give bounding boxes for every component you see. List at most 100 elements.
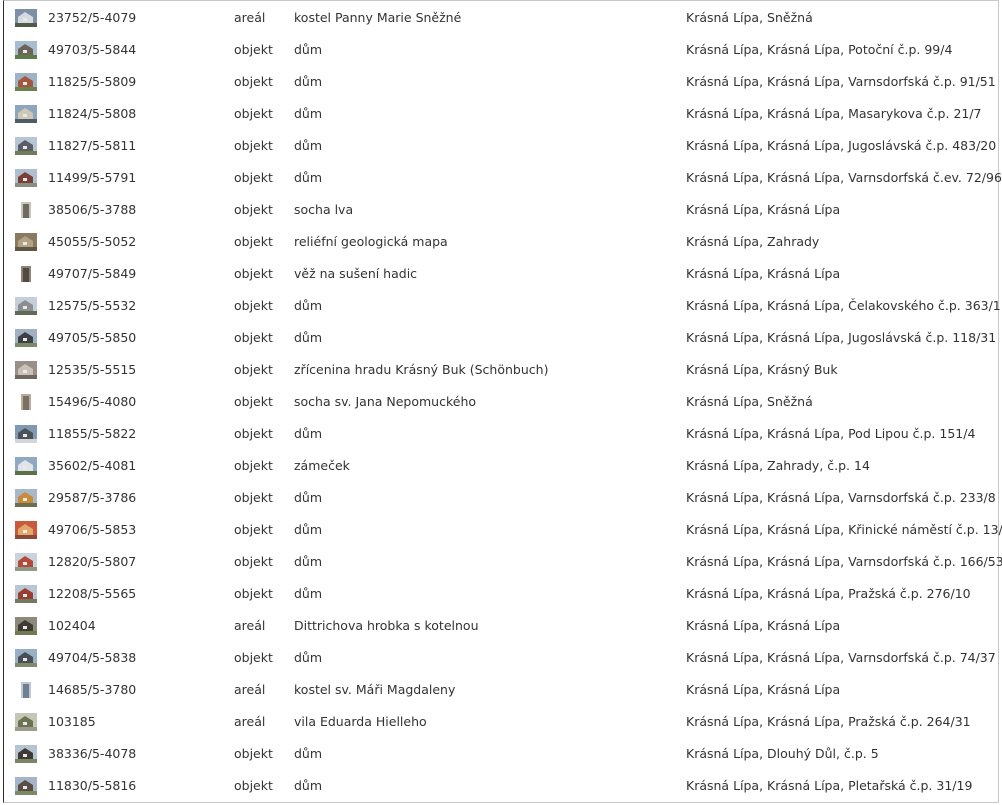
record-name[interactable]: dům [294,770,322,802]
record-id[interactable]: 49703/5-5844 [48,34,136,66]
statue-photo-icon[interactable] [15,393,37,411]
list-item[interactable]: 49703/5-5844 objekt dům Krásná Lípa, Krásná… [0,34,1000,66]
record-id[interactable]: 11855/5-5822 [48,418,136,450]
list-item[interactable]: 11855/5-5822 objekt dům Krásná Lípa, Krásná… [0,418,1000,450]
house-photo-icon[interactable] [15,297,37,315]
record-name[interactable]: dům [294,418,322,450]
record-name[interactable]: dům [294,482,322,514]
list-item[interactable]: 12575/5-5532 objekt dům Krásná Lípa, Krásná… [0,290,1002,322]
record-id[interactable]: 12535/5-5515 [48,354,136,386]
record-id[interactable]: 23752/5-4079 [48,2,136,34]
record-name[interactable]: dům [294,34,322,66]
list-item[interactable]: 11827/5-5811 objekt dům Krásná Lípa, Krásná… [0,130,1000,162]
list-item[interactable]: 45055/5-5052 objekt reliéfní geologická ma… [0,226,1000,258]
house-photo-icon[interactable] [15,553,37,571]
record-name[interactable]: dům [294,130,322,162]
record-name[interactable]: kostel sv. Máři Magdaleny [294,674,455,706]
tower-photo-icon[interactable] [15,265,37,283]
list-item[interactable]: 38506/5-3788 objekt socha lva Krásná Lípa, … [0,194,1000,226]
record-name[interactable]: reliéfní geologická mapa [294,226,448,258]
house-photo-icon[interactable] [15,585,37,603]
list-item[interactable]: 15496/5-4080 objekt socha sv. Jana Nepomuc… [0,386,1000,418]
house-photo-icon[interactable] [15,649,37,667]
record-id[interactable]: 38336/5-4078 [48,738,136,770]
record-id[interactable]: 11827/5-5811 [48,130,136,162]
record-name[interactable]: dům [294,578,322,610]
manor-photo-icon[interactable] [15,457,37,475]
record-name[interactable]: dům [294,738,322,770]
tomb-photo-icon[interactable] [15,617,37,635]
record-id[interactable]: 38506/5-3788 [48,194,136,226]
list-item[interactable]: 14685/5-3780 areál kostel sv. Máři Magdale… [0,674,1000,706]
house-photo-icon[interactable] [15,425,37,443]
record-id[interactable]: 49704/5-5838 [48,642,136,674]
villa-photo-icon[interactable] [15,713,37,731]
record-name[interactable]: dům [294,98,322,130]
record-name[interactable]: zámeček [294,450,350,482]
list-item[interactable]: 38336/5-4078 objekt dům Krásná Lípa, Dlouhý… [0,738,1000,770]
house-photo-icon[interactable] [15,489,37,507]
record-id[interactable]: 103185 [48,706,96,738]
record-name[interactable]: Dittrichova hrobka s kotelnou [294,610,479,642]
record-name[interactable]: dům [294,290,322,322]
record-name[interactable]: dům [294,546,322,578]
list-item[interactable]: 49707/5-5849 objekt věž na sušení hadic Krá… [0,258,1000,290]
list-item[interactable]: 11825/5-5809 objekt dům Krásná Lípa, Krásná… [0,66,1000,98]
list-item[interactable]: 23752/5-4079 areál kostel Panny Marie Sněž… [0,2,1000,34]
record-name[interactable]: vila Eduarda Hielleho [294,706,427,738]
record-name[interactable]: kostel Panny Marie Sněžné [294,2,461,34]
house-photo-icon[interactable] [15,777,37,795]
record-name[interactable]: dům [294,322,322,354]
record-id[interactable]: 49705/5-5850 [48,322,136,354]
record-id[interactable]: 102404 [48,610,96,642]
list-item[interactable]: 11824/5-5808 objekt dům Krásná Lípa, Krásná… [0,98,1000,130]
church-photo-icon[interactable] [15,9,37,27]
house-photo-icon[interactable] [15,329,37,347]
church-photo-icon[interactable] [15,681,37,699]
list-item[interactable]: 11499/5-5791 objekt dům Krásná Lípa, Krásná… [0,162,1002,194]
list-item[interactable]: 49705/5-5850 objekt dům Krásná Lípa, Krásná… [0,322,1000,354]
record-name[interactable]: zřícenina hradu Krásný Buk (Schönbuch) [294,354,548,386]
house-photo-icon[interactable] [15,169,37,187]
house-photo-icon[interactable] [15,745,37,763]
record-name[interactable]: věž na sušení hadic [294,258,417,290]
record-name[interactable]: dům [294,162,322,194]
list-item[interactable]: 11830/5-5816 objekt dům Krásná Lípa, Krásná… [0,770,1000,802]
list-item[interactable]: 103185 areál vila Eduarda Hielleho Krásná L… [0,706,1000,738]
record-id[interactable]: 12208/5-5565 [48,578,136,610]
house-photo-icon[interactable] [15,521,37,539]
record-id[interactable]: 15496/5-4080 [48,386,136,418]
record-id[interactable]: 12820/5-5807 [48,546,136,578]
record-id[interactable]: 35602/5-4081 [48,450,136,482]
record-id[interactable]: 29587/5-3786 [48,482,136,514]
record-name[interactable]: socha lva [294,194,353,226]
house-photo-icon[interactable] [15,137,37,155]
record-name[interactable]: dům [294,514,322,546]
record-id[interactable]: 49706/5-5853 [48,514,136,546]
list-item[interactable]: 49704/5-5838 objekt dům Krásná Lípa, Krásná… [0,642,1000,674]
record-id[interactable]: 14685/5-3780 [48,674,136,706]
record-id[interactable]: 49707/5-5849 [48,258,136,290]
record-id[interactable]: 45055/5-5052 [48,226,136,258]
list-item[interactable]: 35602/5-4081 objekt zámeček Krásná Lípa, Za… [0,450,1000,482]
list-item[interactable]: 12208/5-5565 objekt dům Krásná Lípa, Krásná… [0,578,1000,610]
house-photo-icon[interactable] [15,73,37,91]
list-item[interactable]: 102404 areál Dittrichova hrobka s kotelnou… [0,610,1000,642]
record-id[interactable]: 11499/5-5791 [48,162,136,194]
ruin-photo-icon[interactable] [15,361,37,379]
record-name[interactable]: dům [294,642,322,674]
statue-photo-icon[interactable] [15,201,37,219]
record-name[interactable]: dům [294,66,322,98]
record-name[interactable]: socha sv. Jana Nepomuckého [294,386,476,418]
list-item[interactable]: 29587/5-3786 objekt dům Krásná Lípa, Krásná… [0,482,1000,514]
record-id[interactable]: 11824/5-5808 [48,98,136,130]
list-item[interactable]: 12820/5-5807 objekt dům Krásná Lípa, Krásná… [0,546,1002,578]
house-photo-icon[interactable] [15,105,37,123]
list-item[interactable]: 49706/5-5853 objekt dům Krásná Lípa, Krásná… [0,514,1002,546]
record-id[interactable]: 11825/5-5809 [48,66,136,98]
house-photo-icon[interactable] [15,41,37,59]
list-item[interactable]: 12535/5-5515 objekt zřícenina hradu Krásný… [0,354,1000,386]
record-id[interactable]: 12575/5-5532 [48,290,136,322]
record-id[interactable]: 11830/5-5816 [48,770,136,802]
map-photo-icon[interactable] [15,233,37,251]
